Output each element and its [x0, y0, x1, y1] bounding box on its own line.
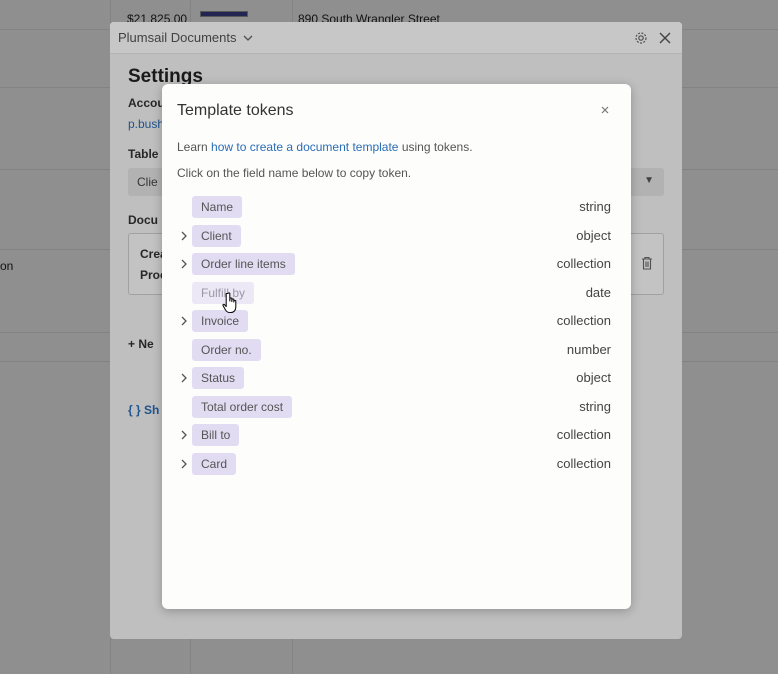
token-type: collection — [556, 256, 611, 271]
close-icon[interactable] — [599, 103, 611, 115]
list-item: Name string — [177, 194, 611, 223]
token-type: string — [579, 398, 611, 414]
token-name[interactable]: Name — [192, 196, 243, 218]
token-type: object — [576, 227, 611, 243]
list-item: Total order cost string — [177, 394, 611, 423]
template-help-link[interactable]: how to create a document template — [211, 140, 398, 154]
help-text-prefix: Learn — [177, 140, 212, 154]
modal-title: Template tokens — [177, 102, 294, 119]
token-type: object — [576, 370, 611, 385]
help-text-suffix: using tokens. — [398, 140, 473, 154]
help-text: Learn how to create a document template … — [177, 140, 473, 154]
list-item: Invoice collection — [177, 308, 611, 337]
chevron-right-icon[interactable] — [179, 257, 189, 269]
token-type: collection — [556, 427, 611, 442]
copy-instruction: Click on the field name below to copy to… — [177, 166, 412, 180]
token-order-no[interactable]: Order no. — [192, 338, 261, 361]
chevron-right-icon[interactable] — [179, 229, 189, 241]
list-item: Order line items collection — [177, 251, 611, 280]
list-item: Card collection — [177, 451, 611, 480]
token-type: collection — [556, 455, 611, 471]
template-tokens-modal: Template tokens Learn how to create a do… — [162, 84, 631, 609]
list-item: Fulfill by date — [177, 280, 611, 309]
hand-pointer-icon — [222, 292, 240, 314]
token-type: date — [585, 284, 611, 300]
list-item: Client object — [177, 223, 611, 252]
list-item: Status object — [177, 365, 611, 394]
token-type: number — [566, 341, 611, 357]
token-order-line-items[interactable]: Order line items — [192, 253, 295, 275]
list-item: Bill to collection — [177, 422, 611, 451]
chevron-right-icon[interactable] — [179, 371, 189, 383]
token-list: Name string Client object Order line ite… — [177, 194, 611, 479]
chevron-right-icon[interactable] — [179, 314, 189, 326]
chevron-right-icon[interactable] — [179, 457, 189, 469]
chevron-right-icon[interactable] — [179, 428, 189, 440]
token-total-order-cost[interactable]: Total order cost — [192, 395, 293, 418]
token-bill-to[interactable]: Bill to — [192, 424, 240, 446]
token-status[interactable]: Status — [192, 367, 245, 389]
token-client[interactable]: Client — [192, 224, 241, 247]
token-type: string — [579, 199, 611, 214]
token-card[interactable]: Card — [192, 452, 237, 475]
list-item: Order no. number — [177, 337, 611, 366]
token-type: collection — [556, 313, 611, 328]
